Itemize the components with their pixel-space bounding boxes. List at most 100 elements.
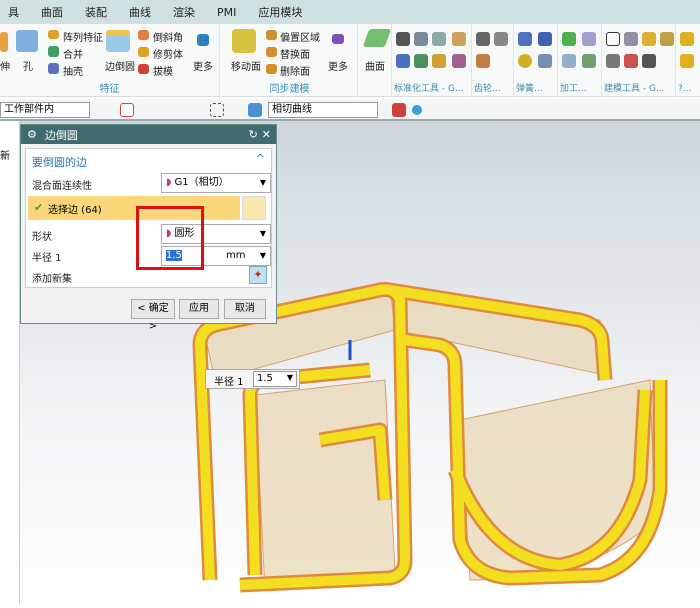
menu-app-modules[interactable]: 应用模块	[258, 4, 302, 20]
chevron-down-icon: ▼	[259, 178, 266, 187]
ok-button[interactable]: < 确定 >	[131, 299, 175, 332]
cube-icon[interactable]	[248, 103, 262, 117]
menu-curve[interactable]: 曲线	[129, 4, 151, 20]
menu-surface[interactable]: 曲面	[41, 4, 63, 20]
cancel-button[interactable]: 取消	[224, 299, 266, 319]
gear-tool-icon[interactable]	[494, 32, 508, 46]
spring-tool-icon[interactable]	[518, 54, 532, 68]
menu-render[interactable]: 渲染	[173, 4, 195, 20]
chevron-down-icon[interactable]: ▼	[287, 373, 293, 382]
arrow-icon[interactable]	[412, 105, 422, 115]
delete-face-icon	[266, 64, 277, 74]
surface-icon[interactable]	[362, 29, 392, 47]
selection-toolbar: 工作部件内 相切曲线	[0, 99, 700, 121]
modeling-tool-icon[interactable]	[660, 32, 674, 46]
pattern-feature-button[interactable]: 阵列特征	[63, 29, 103, 44]
spring-tool-icon[interactable]	[518, 32, 532, 46]
triangle-icon[interactable]	[606, 32, 620, 46]
hole-icon[interactable]	[16, 30, 38, 52]
help-tool-icon[interactable]	[680, 54, 694, 68]
spring-tool-icon[interactable]	[538, 54, 552, 68]
tool-icon[interactable]	[432, 54, 446, 68]
delete-face-button[interactable]: 删除面	[280, 63, 310, 78]
edge-blend-dialog: ⚙ 边倒圆 ↻ ✕ 要倒圆的边 ^ 混合面连续性 ◗ G1（相切） ▼ ✔ 选择边…	[20, 124, 277, 332]
help-group: ?...	[676, 24, 700, 97]
gear-group: 齿轮...	[472, 24, 514, 97]
more-icon	[332, 34, 344, 44]
tool-icon[interactable]	[396, 32, 410, 46]
shell-icon	[48, 63, 59, 74]
spring-group-label[interactable]: 弹簧...	[516, 81, 543, 94]
close-icon[interactable]: ✕	[262, 128, 271, 141]
menu-tools[interactable]: 具	[8, 4, 19, 20]
section-header[interactable]: 要倒圆的边	[32, 154, 87, 170]
gear-group-label[interactable]: 齿轮...	[474, 81, 501, 94]
gear-icon[interactable]: ⚙	[27, 128, 37, 141]
machining-tool-icon[interactable]	[562, 54, 576, 68]
hole-button[interactable]: 孔	[23, 58, 33, 73]
apply-button[interactable]: 应用	[179, 299, 219, 319]
navigator-tab[interactable]: 新	[0, 147, 10, 162]
modeling-tool-icon[interactable]	[624, 32, 638, 46]
modeling-tool-icon[interactable]	[642, 32, 656, 46]
add-new-set-button[interactable]: ✦	[249, 266, 267, 284]
edges-section: 要倒圆的边 ^ 混合面连续性 ◗ G1（相切） ▼ ✔ 选择边 (64) 形状 ◗…	[25, 148, 272, 288]
edge-blend-button[interactable]: 边倒圆	[105, 58, 135, 73]
modeling-tool-icon[interactable]	[624, 54, 638, 68]
combine-button[interactable]: 合并	[63, 46, 83, 61]
draft-icon	[138, 64, 149, 74]
modeling-tool-icon[interactable]	[606, 54, 620, 68]
cube-icon[interactable]	[242, 196, 266, 220]
standard-tools-label[interactable]: 标准化工具 - G...	[394, 81, 464, 94]
shell-button[interactable]: 抽壳	[63, 63, 83, 78]
offset-region-icon	[266, 30, 277, 40]
draft-button[interactable]: 拔模	[153, 63, 173, 78]
surface-button[interactable]: 曲面	[365, 58, 385, 73]
extrude-icon[interactable]	[0, 32, 8, 52]
menu-assembly[interactable]: 装配	[85, 4, 107, 20]
help-group-label[interactable]: ?...	[678, 84, 691, 94]
curve-rule-dropdown[interactable]: 相切曲线	[268, 102, 378, 118]
chamfer-button[interactable]: 倒斜角	[153, 29, 183, 44]
modeling-tools-label[interactable]: 建模工具 - G...	[604, 81, 665, 94]
radius-unit[interactable]: mm	[226, 247, 245, 265]
extrude-label[interactable]: 伸	[0, 58, 10, 73]
chevron-up-icon[interactable]: ^	[256, 152, 265, 165]
box-select-icon[interactable]	[210, 103, 224, 117]
tool-icon[interactable]	[452, 54, 466, 68]
spring-tool-icon[interactable]	[538, 32, 552, 46]
move-face-button[interactable]: 移动面	[231, 58, 261, 73]
tool-icon[interactable]	[414, 54, 428, 68]
chevron-down-icon: ▼	[259, 251, 266, 260]
edge-blend-icon[interactable]	[106, 30, 130, 52]
machining-tool-icon[interactable]	[582, 54, 596, 68]
trim-body-button[interactable]: 修剪体	[153, 46, 183, 61]
continuity-dropdown[interactable]: ◗ G1（相切） ▼	[161, 173, 271, 193]
modeling-tool-icon[interactable]	[642, 54, 656, 68]
feature-more-button[interactable]: 更多	[193, 58, 213, 73]
sync-modeling-group: 移动面 偏置区域 替换面 删除面 更多 同步建模	[222, 24, 358, 97]
tool-icon[interactable]	[432, 32, 446, 46]
select-icon[interactable]	[120, 103, 134, 117]
select-edge-row[interactable]: ✔ 选择边 (64)	[28, 196, 240, 220]
gear-tool-icon[interactable]	[476, 32, 490, 46]
replace-face-button[interactable]: 替换面	[280, 46, 310, 61]
tool-icon[interactable]	[452, 32, 466, 46]
move-face-icon[interactable]	[232, 29, 256, 53]
offset-region-button[interactable]: 偏置区域	[280, 29, 320, 44]
tool-icon[interactable]	[414, 32, 428, 46]
machining-tool-icon[interactable]	[582, 32, 596, 46]
dialog-title-bar[interactable]: ⚙ 边倒圆 ↻ ✕	[21, 125, 276, 144]
selection-scope-dropdown[interactable]: 工作部件内	[0, 102, 90, 118]
onscreen-radius-input[interactable]: 半径 1 1.5 ▼	[205, 369, 300, 389]
snap-icon[interactable]	[392, 103, 406, 117]
spring-group: 弹簧...	[514, 24, 558, 97]
tool-icon[interactable]	[396, 54, 410, 68]
sync-more-button[interactable]: 更多	[328, 58, 348, 73]
gear-tool-icon[interactable]	[476, 54, 490, 68]
help-tool-icon[interactable]	[680, 32, 694, 46]
machining-group-label[interactable]: 加工...	[560, 81, 587, 94]
check-icon[interactable]	[562, 32, 576, 46]
reset-icon[interactable]: ↻	[249, 128, 258, 141]
menu-pmi[interactable]: PMI	[217, 6, 236, 19]
